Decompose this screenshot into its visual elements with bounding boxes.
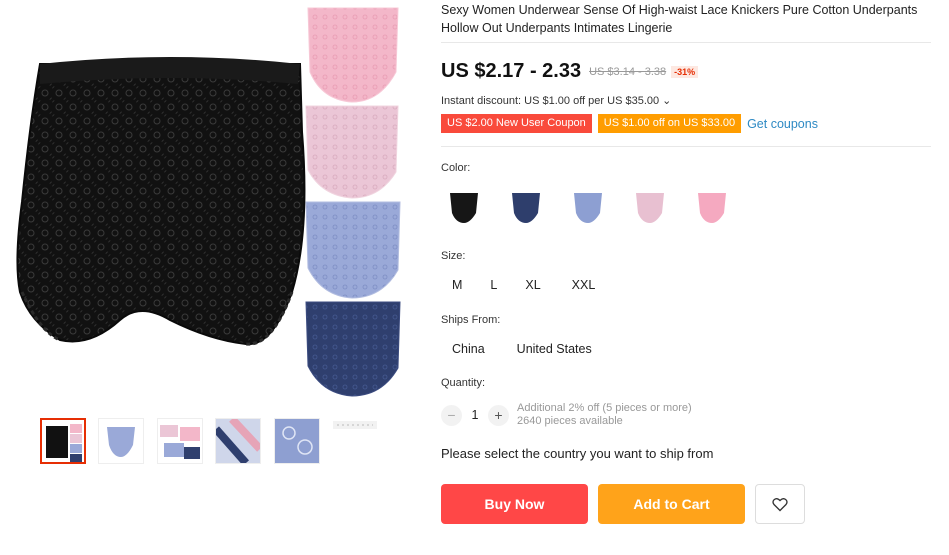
color-label: Color:: [441, 162, 471, 174]
buy-now-button[interactable]: Buy Now: [441, 484, 588, 524]
ship-country-prompt: Please select the country you want to sh…: [441, 446, 714, 461]
main-product-image[interactable]: [10, 2, 402, 397]
ship-from-china[interactable]: China: [452, 340, 485, 358]
thumbnail-4[interactable]: [215, 418, 261, 464]
thumbnail-image: [333, 421, 377, 429]
thumbnail-6[interactable]: [332, 418, 378, 464]
thumbnail-2[interactable]: [98, 418, 144, 464]
new-user-coupon[interactable]: US $2.00 New User Coupon: [441, 114, 592, 133]
thumbnail-image: [160, 425, 200, 459]
store-coupon[interactable]: US $1.00 off on US $33.00: [597, 114, 742, 133]
thumbnail-image: [46, 424, 82, 462]
thumbnail-3[interactable]: [157, 418, 203, 464]
ships-from-label: Ships From:: [441, 314, 501, 326]
price-row: US $2.17 - 2.33 US $3.14 - 3.38 -31%: [441, 60, 699, 83]
brief-icon: [450, 193, 478, 223]
product-title: Sexy Women Underwear Sense Of High-waist…: [441, 3, 918, 35]
swatch-navy[interactable]: [503, 186, 547, 228]
swatch-pink[interactable]: [689, 186, 733, 228]
brief-icon: [512, 193, 540, 223]
quantity-increase-button[interactable]: +: [488, 404, 509, 426]
bulk-discount-note: Additional 2% off (5 pieces or more): [517, 402, 692, 414]
brief-icon: [636, 193, 664, 223]
lingerie-product-photo: [16, 7, 401, 397]
original-price: US $3.14 - 3.38: [589, 65, 667, 78]
swatch-black[interactable]: [441, 186, 485, 228]
quantity-note: Additional 2% off (5 pieces or more) 264…: [517, 402, 692, 428]
divider: [441, 146, 931, 147]
ships-from-options: China United States: [441, 340, 592, 358]
wishlist-button[interactable]: [755, 484, 805, 524]
thumbnail-1[interactable]: [40, 418, 86, 464]
stock-available-note: 2640 pieces available: [517, 415, 623, 427]
thumbnail-image: [216, 419, 260, 463]
quantity-decrease-button[interactable]: −: [441, 404, 462, 426]
instant-discount-dropdown[interactable]: Instant discount: US $1.00 off per US $3…: [441, 94, 671, 107]
discount-badge: -31%: [671, 65, 699, 78]
size-option-xxl[interactable]: XXL: [572, 276, 596, 294]
swatch-light-blue[interactable]: [565, 186, 609, 228]
quantity-stepper: − 1 + Additional 2% off (5 pieces or mor…: [441, 402, 692, 428]
swatch-light-pink[interactable]: [627, 186, 671, 228]
add-to-cart-button[interactable]: Add to Cart: [598, 484, 745, 524]
thumbnail-5[interactable]: [274, 418, 320, 464]
quantity-input[interactable]: 1: [462, 408, 488, 422]
size-option-m[interactable]: M: [452, 276, 462, 294]
brief-icon: [698, 193, 726, 223]
size-option-xl[interactable]: XL: [525, 276, 540, 294]
ship-from-united-states[interactable]: United States: [517, 340, 592, 358]
thumbnail-image: [107, 427, 135, 457]
coupon-row: US $2.00 New User Coupon US $1.00 off on…: [441, 114, 818, 133]
size-option-l[interactable]: L: [490, 276, 497, 294]
brief-icon: [574, 193, 602, 223]
current-price: US $2.17 - 2.33: [441, 60, 582, 82]
get-coupons-link[interactable]: Get coupons: [747, 117, 818, 131]
divider: [441, 42, 931, 43]
size-options: M L XL XXL: [441, 276, 595, 294]
size-label: Size:: [441, 250, 466, 262]
quantity-label: Quantity:: [441, 377, 486, 389]
thumbnail-image: [275, 419, 319, 463]
heart-icon: [772, 497, 788, 511]
